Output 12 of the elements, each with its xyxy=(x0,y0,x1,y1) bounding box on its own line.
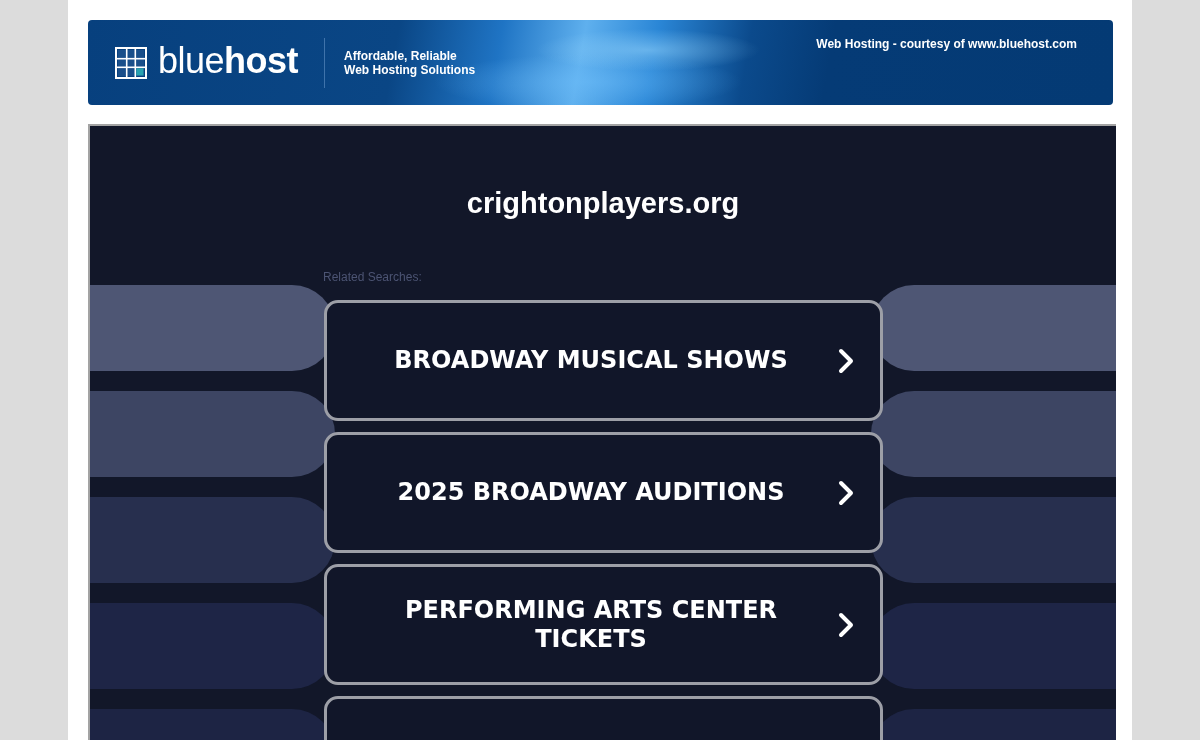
chevron-right-icon xyxy=(837,479,854,506)
logo-wordmark: bluehost xyxy=(158,40,299,81)
chevron-right-icon xyxy=(837,347,854,374)
chevron-right-icon xyxy=(837,611,854,638)
domain-title: crightonplayers.org xyxy=(466,187,740,219)
search-result-button[interactable]: PERFORMING ARTS CENTER TICKETS xyxy=(323,564,883,685)
grid-logo-icon xyxy=(115,46,147,79)
tagline: Affordable, Reliable Web Hosting Solutions xyxy=(344,48,477,77)
courtesy-text: Web Hosting - courtesy of www.bluehost.com xyxy=(816,37,1077,51)
search-result-button[interactable]: 2025 BROADWAY AUDITIONS xyxy=(323,432,883,553)
related-searches-label: Related Searches: xyxy=(323,270,422,284)
search-result-button[interactable]: BROADWAY MUSICAL SHOWS xyxy=(323,300,883,421)
